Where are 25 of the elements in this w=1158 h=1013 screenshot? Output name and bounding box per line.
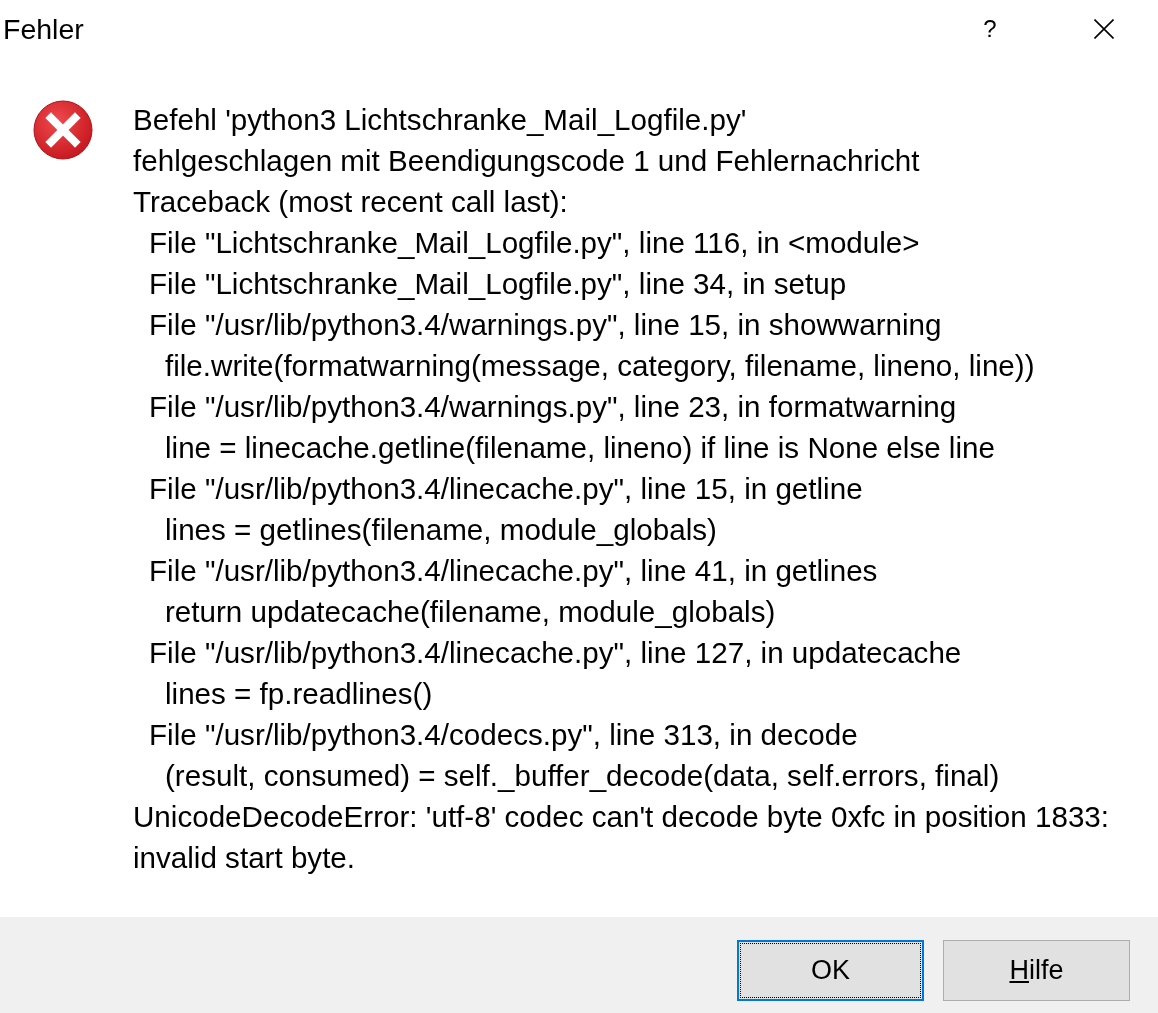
message-line: File "/usr/lib/python3.4/codecs.py", line 313, in decode [149,718,858,751]
message-line: File "/usr/lib/python3.4/warnings.py", line 23, in formatwarning [149,390,957,423]
message-line: UnicodeDecodeError: 'utf-8' codec can't decode byte 0xfc in position 1833: [133,800,1110,833]
message-line: line = linecache.getline(filename, lineno) if line is None else line [165,431,995,464]
message-line: Traceback (most recent call last): [133,185,568,218]
message-line: File "/usr/lib/python3.4/warnings.py", line 15, in showwarning [149,308,942,341]
help-button[interactable]: ? [944,0,1036,58]
message-line: File "/usr/lib/python3.4/linecache.py", line 15, in getline [149,472,863,505]
window-title: Fehler [2,12,84,46]
message-line: Befehl 'python3 Lichtschranke_Mail_Logfile.py' [133,103,747,136]
message-line: File "Lichtschranke_Mail_Logfile.py", line 34, in setup [149,267,847,300]
message-line: lines = getlines(filename, module_globals) [165,513,717,546]
error-icon [33,100,93,160]
message-line: File "/usr/lib/python3.4/linecache.py", line 127, in updatecache [149,636,962,669]
message-line: File "/usr/lib/python3.4/linecache.py", line 41, in getlines [149,554,878,587]
dialog-button[interactable]: OK [737,940,924,1001]
message-line: invalid start byte. [133,841,356,874]
close-icon [1094,19,1114,39]
message-line: return updatecache(filename, module_globals) [165,595,776,628]
message-line: fehlgeschlagen mit Beendigungscode 1 und Fehlernachricht [133,144,920,177]
message-line: (result, consumed) = self._buffer_decode(data, self.errors, final) [165,759,1000,792]
message-line: file.write(formatwarning(message, category, filename, lineno, line)) [165,349,1035,382]
message-line: File "Lichtschranke_Mail_Logfile.py", line 116, in <module> [149,226,920,259]
dialog-button[interactable]: Hilfe [943,940,1130,1001]
message-line: lines = fp.readlines() [165,677,433,710]
